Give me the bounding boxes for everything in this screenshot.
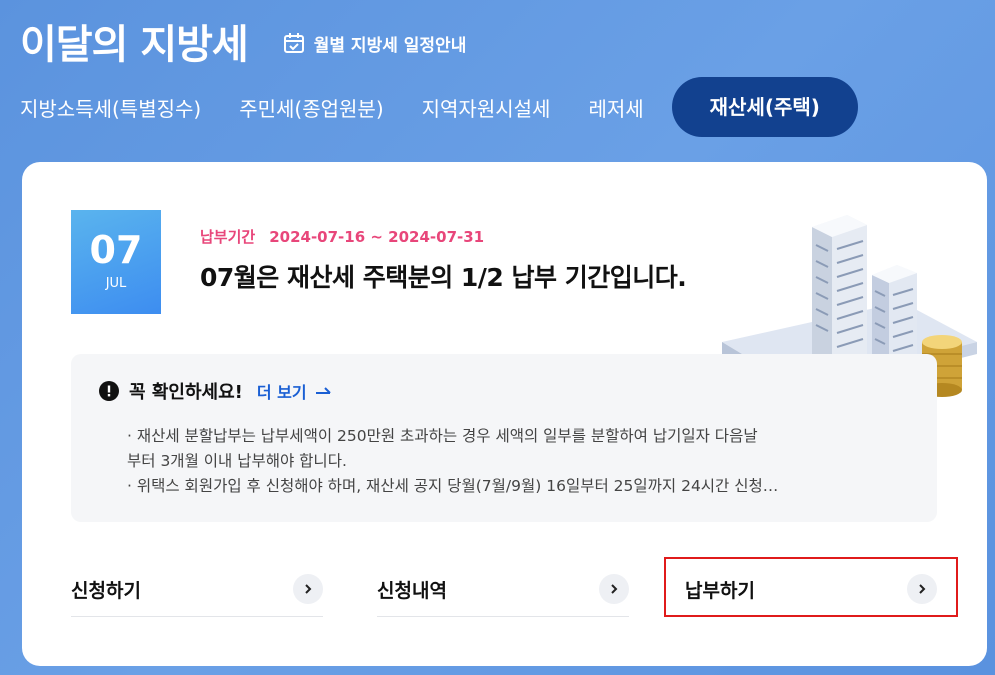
notice-line: · 위택스 회원가입 후 신청해야 하며, 재산세 공지 당월(7월/9월) 1… (127, 477, 779, 495)
tab-resident-tax[interactable]: 주민세(종업원분) (239, 93, 383, 122)
tab-leisure-tax[interactable]: 레저세 (588, 93, 643, 122)
tab-property-tax-housing[interactable]: 재산세(주택) (671, 77, 858, 137)
tab-local-income-tax[interactable]: 지방소득세(특별징수) (20, 93, 201, 122)
schedule-link[interactable]: 월별 지방세 일정안내 (282, 31, 467, 56)
date-month: JUL (105, 276, 127, 291)
notice-body: · 재산세 분할납부는 납부세액이 250만원 초과하는 경우 세액의 일부를 … (127, 424, 887, 499)
notice-line: · 재산세 분할납부는 납부세액이 250만원 초과하는 경우 세액의 일부를 … (127, 427, 758, 445)
payment-period-label: 납부기간 (200, 228, 256, 246)
arrow-right-icon (315, 387, 331, 394)
calendar-check-icon (283, 33, 304, 53)
alert-circle-icon (99, 381, 119, 401)
date-badge: 07 JUL (71, 210, 161, 314)
more-link-label: 더 보기 (256, 383, 307, 402)
pay-button-highlight (664, 557, 958, 617)
application-history-button[interactable]: 신청내역 (377, 562, 629, 617)
more-link[interactable]: 더 보기 (257, 379, 333, 403)
schedule-link-label: 월별 지방세 일정안내 (313, 35, 467, 56)
header: 이달의 지방세 월별 지방세 일정안내 (20, 12, 466, 70)
application-history-label: 신청내역 (377, 579, 447, 602)
tab-regional-resource-tax[interactable]: 지역자원시설세 (422, 93, 551, 122)
payment-period-range: 2024-07-16 ~ 2024-07-31 (269, 228, 485, 246)
chevron-right-icon (293, 574, 323, 604)
apply-button[interactable]: 신청하기 (71, 562, 323, 617)
chevron-right-icon (599, 574, 629, 604)
notice-box: 꼭 확인하세요! 더 보기 · 재산세 분할납부는 납부세액이 250만원 초과… (71, 354, 937, 522)
page-title: 이달의 지방세 (20, 22, 249, 68)
notice-header: 꼭 확인하세요! 더 보기 (99, 378, 333, 404)
main-card: 07 JUL 납부기간 2024-07-16 ~ 2024-07-31 07월은 … (22, 162, 987, 666)
notice-title: 꼭 확인하세요! (129, 382, 243, 403)
date-day: 07 (89, 228, 143, 272)
payment-period: 납부기간 2024-07-16 ~ 2024-07-31 (200, 226, 484, 247)
headline: 07월은 재산세 주택분의 1/2 납부 기간입니다. (200, 263, 687, 292)
notice-line: 부터 3개월 이내 납부해야 합니다. (127, 452, 347, 470)
tax-tabs: 지방소득세(특별징수) 주민세(종업원분) 지역자원시설세 레저세 재산세(주택… (20, 77, 896, 137)
apply-label: 신청하기 (71, 579, 141, 602)
